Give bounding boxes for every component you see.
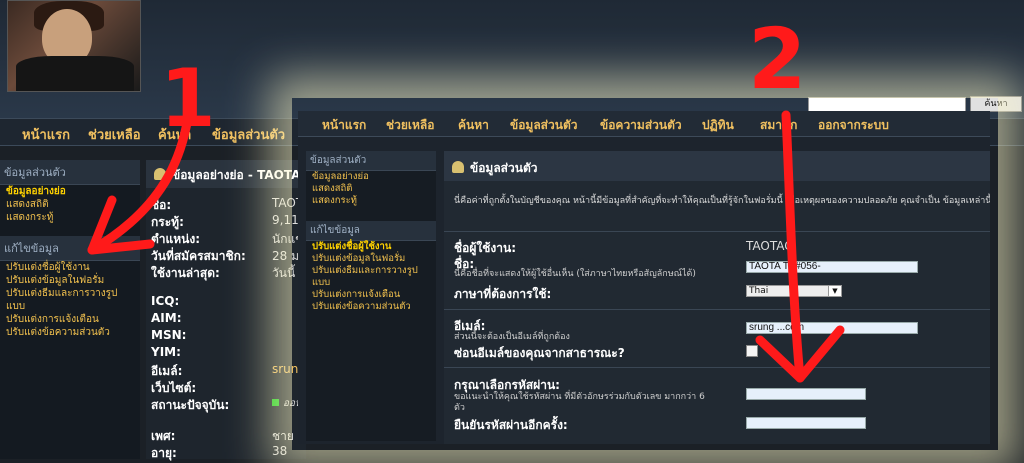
step-2-label: 2 bbox=[748, 10, 806, 108]
arrow-2-shaft bbox=[781, 110, 805, 383]
annotation-overlay: 1 2 bbox=[87, 10, 845, 383]
